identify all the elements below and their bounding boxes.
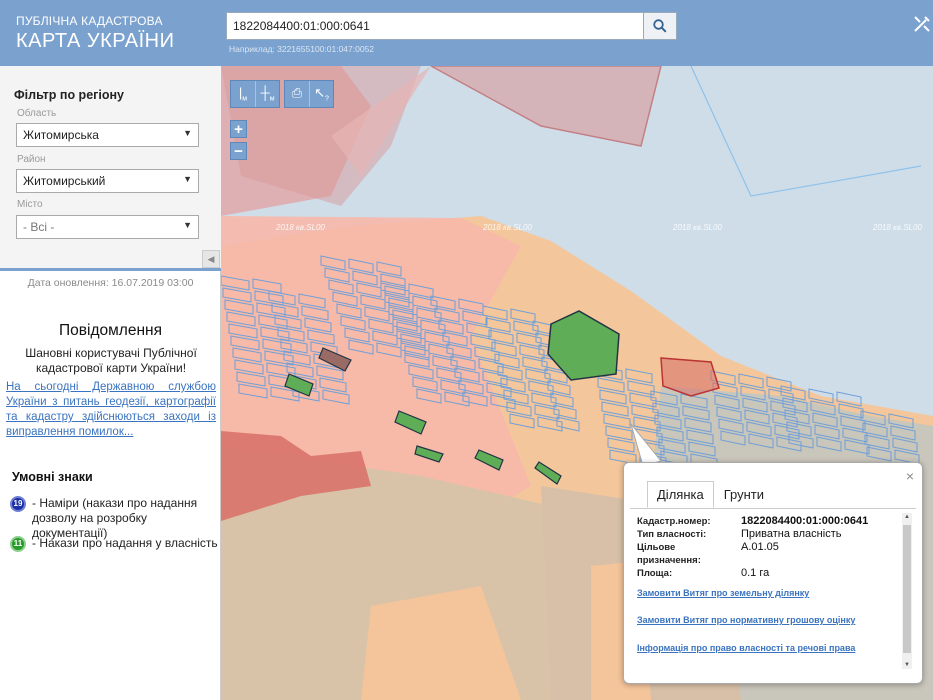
brand-subtitle: ПУБЛІЧНА КАДАСТРОВА (16, 14, 163, 28)
header-bar: ПУБЛІЧНА КАДАСТРОВА КАРТА УКРАЇНИ Наприк… (0, 0, 933, 66)
city-select[interactable]: - Всі - ▼ (16, 215, 199, 239)
district-label: Район (17, 154, 46, 165)
tab-soils[interactable]: Грунти (714, 481, 774, 508)
city-value: - Всі - (23, 220, 55, 234)
region-value: Житомирська (23, 128, 99, 142)
map-watermark: 2018 кв.SL00 (873, 223, 922, 232)
zoom-out-button[interactable]: − (230, 142, 247, 160)
cadastral-search-input[interactable] (227, 13, 643, 39)
order-valuation-link[interactable]: Замовити Витяг про нормативну грошову оц… (637, 615, 855, 625)
search-box (226, 12, 644, 40)
search-hint: Наприклад: 3221655100:01:047:0052 (229, 44, 375, 54)
map-watermark: 2018 кв.SL00 (673, 223, 722, 232)
map-watermark: 2018 кв.SL00 (483, 223, 532, 232)
messages-title: Повідомлення (59, 322, 162, 339)
region-select[interactable]: Житомирська ▼ (16, 123, 199, 147)
district-value: Житомирський (23, 174, 106, 188)
identify-hint: ? (325, 95, 329, 103)
detail-key: Тип власності: (637, 529, 707, 540)
legend-item-label: - Накази про надання у власність (32, 536, 218, 550)
tab-parcel[interactable]: Ділянка (647, 481, 714, 508)
detail-value: Приватна власність (741, 528, 842, 540)
brand-title: КАРТА УКРАЇНИ (16, 30, 175, 52)
popup-tabs: Ділянка Грунти (647, 481, 774, 508)
measure-area-button[interactable]: ┼м (255, 81, 279, 107)
ownership-info-link[interactable]: Інформація про право власності та речові… (637, 643, 855, 653)
detail-row: Тип власності: Приватна власність (637, 528, 901, 541)
unit-label: м (269, 95, 275, 103)
unit-label: м (242, 95, 248, 103)
map-watermark: 2018 кв.SL00 (276, 223, 325, 232)
print-icon: ⎙ (291, 85, 303, 100)
print-button[interactable]: ⎙ (285, 81, 309, 107)
dropdown-arrow-icon: ▼ (183, 128, 192, 138)
identify-button[interactable]: ↖? (309, 81, 333, 107)
region-filter-panel: Фільтр по регіону Область Житомирська ▼ Р… (0, 66, 221, 271)
detail-row: Цільове призначення: А.01.05 (637, 541, 901, 567)
measure-distance-button[interactable]: |м (231, 81, 255, 107)
parcel-details: Кадастр.номер: 1822084400:01:000:0641 Тип… (637, 515, 901, 580)
detail-value: 1822084400:01:000:0641 (741, 515, 869, 527)
collapse-sidebar-button[interactable]: ◀ (202, 250, 220, 268)
legend-item-ownership: 11 - Накази про надання у власність (10, 536, 222, 552)
site-logo[interactable]: ПУБЛІЧНА КАДАСТРОВА КАРТА УКРАЇНИ (16, 14, 174, 53)
legend-badge-green: 11 (10, 536, 26, 552)
tools-button[interactable] (912, 14, 933, 38)
chevron-left-icon: ◀ (207, 254, 215, 264)
area-ruler-icon: ┼ (260, 85, 270, 100)
detail-key: Кадастр.номер: (637, 516, 711, 527)
dropdown-arrow-icon: ▼ (183, 174, 192, 184)
detail-row: Кадастр.номер: 1822084400:01:000:0641 (637, 515, 901, 528)
scroll-down-icon[interactable]: ▼ (902, 662, 912, 668)
legend-badge-blue: 19 (10, 496, 26, 512)
detail-key: Цільове призначення: (637, 542, 701, 566)
scroll-thumb[interactable] (903, 525, 911, 653)
dropdown-arrow-icon: ▼ (183, 220, 192, 230)
misc-tools: ⎙ ↖? (284, 80, 334, 108)
popup-scrollbar[interactable]: ▲ ▼ (902, 513, 912, 669)
update-date: Дата оновлення: 16.07.2019 03:00 (27, 277, 194, 289)
order-extract-link[interactable]: Замовити Витяг про земельну ділянку (637, 588, 809, 598)
city-label: Місто (17, 199, 43, 210)
search-icon (653, 19, 667, 33)
legend-item-intentions: 19 - Наміри (накази про надання дозволу … (10, 496, 222, 541)
region-label: Область (17, 108, 57, 119)
detail-value: 0.1 га (741, 567, 770, 579)
district-select[interactable]: Житомирський ▼ (16, 169, 199, 193)
identify-icon: ↖ (314, 85, 325, 100)
sidebar: Фільтр по регіону Область Житомирська ▼ Р… (0, 66, 221, 700)
close-icon[interactable]: × (906, 468, 914, 484)
map-toolbar: |м ┼м ⎙ ↖? (230, 80, 334, 108)
legend-title: Умовні знаки (12, 470, 93, 484)
search-button[interactable] (643, 12, 677, 40)
parcel-info-popup: × Ділянка Грунти Кадастр.номер: 182208440… (623, 462, 923, 684)
detail-key: Площа: (637, 568, 673, 579)
tools-icon (914, 16, 930, 32)
filter-title: Фільтр по регіону (14, 88, 124, 102)
messages-link[interactable]: На сьогодні Державною службою України з … (6, 380, 216, 440)
tab-divider (630, 508, 916, 509)
detail-value: А.01.05 (741, 541, 779, 553)
scroll-up-icon[interactable]: ▲ (902, 514, 912, 520)
messages-text: Шановні користувачі Публічної кадастрово… (25, 346, 197, 375)
zoom-in-button[interactable]: + (230, 120, 247, 138)
measure-tools: |м ┼м (230, 80, 280, 108)
detail-row: Площа: 0.1 га (637, 567, 901, 580)
legend-item-label: - Наміри (накази про надання дозволу на … (32, 496, 198, 540)
